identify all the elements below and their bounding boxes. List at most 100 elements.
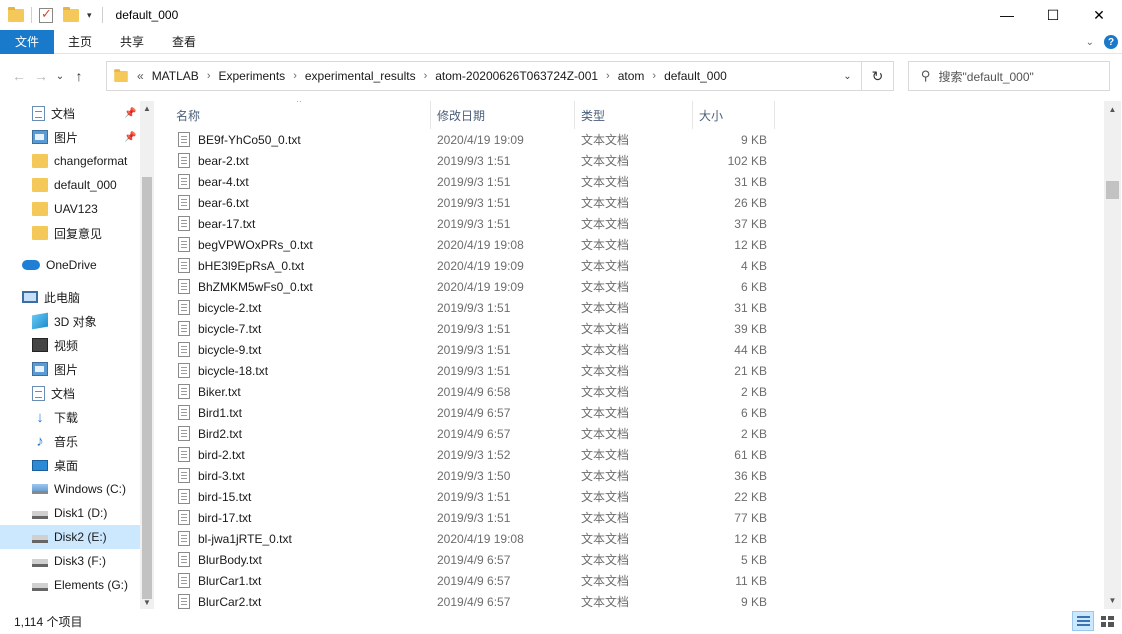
up-button[interactable]: ↑ (68, 61, 90, 91)
chevron-right-icon[interactable]: › (293, 70, 297, 82)
scroll-down-icon[interactable]: ▼ (140, 595, 154, 609)
nav-item-music[interactable]: ♪ 音乐 (0, 429, 140, 453)
file-list-scrollbar[interactable]: ▲ ▼ (1104, 101, 1121, 609)
file-row[interactable]: bear-6.txt 2019/9/3 1:51 文本文档 26 KB (170, 192, 770, 213)
file-row[interactable]: bicycle-2.txt 2019/9/3 1:51 文本文档 31 KB (170, 297, 770, 318)
chevron-right-icon[interactable]: › (207, 70, 211, 82)
address-bar[interactable]: « MATLAB › Experiments › experimental_re… (106, 61, 862, 91)
maximize-button[interactable]: ☐ (1030, 0, 1076, 30)
scrollbar-thumb[interactable] (1106, 181, 1119, 199)
nav-item-label: Disk2 (E:) (54, 530, 107, 544)
file-row[interactable]: bird-3.txt 2019/9/3 1:50 文本文档 36 KB (170, 465, 770, 486)
tab-share[interactable]: 共享 (106, 30, 158, 54)
nav-item-windows-c[interactable]: Windows (C:) (0, 477, 140, 501)
nav-item-elements-g[interactable]: Elements (G:) (0, 573, 140, 597)
address-history-dropdown[interactable]: ⌄ (833, 62, 861, 90)
file-row[interactable]: bl-jwa1jRTE_0.txt 2020/4/19 19:08 文本文档 12 K… (170, 528, 770, 549)
column-header-type[interactable]: 类型 (575, 101, 693, 129)
chevron-right-icon[interactable]: › (652, 70, 656, 82)
file-row[interactable]: Bird1.txt 2019/4/9 6:57 文本文档 6 KB (170, 402, 770, 423)
minimize-button[interactable]: — (984, 0, 1030, 30)
file-row[interactable]: BlurCar2.txt 2019/4/9 6:57 文本文档 9 KB (170, 591, 770, 609)
file-row[interactable]: BlurBody.txt 2019/4/9 6:57 文本文档 5 KB (170, 549, 770, 570)
breadcrumb-item[interactable]: atom-20200626T063724Z-001 (435, 69, 598, 83)
scrollbar-thumb[interactable] (142, 177, 152, 599)
file-row[interactable]: Biker.txt 2019/4/9 6:58 文本文档 2 KB (170, 381, 770, 402)
file-row[interactable]: Bird2.txt 2019/4/9 6:57 文本文档 2 KB (170, 423, 770, 444)
file-row[interactable]: bicycle-18.txt 2019/9/3 1:51 文本文档 21 KB (170, 360, 770, 381)
file-row[interactable]: bicycle-9.txt 2019/9/3 1:51 文本文档 44 KB (170, 339, 770, 360)
column-header-size[interactable]: 大小 (693, 101, 775, 129)
file-row[interactable]: begVPWOxPRs_0.txt 2020/4/19 19:08 文本文档 12 K… (170, 234, 770, 255)
file-row[interactable]: bird-2.txt 2019/9/3 1:52 文本文档 61 KB (170, 444, 770, 465)
file-row[interactable]: bear-17.txt 2019/9/3 1:51 文本文档 37 KB (170, 213, 770, 234)
file-modified-date: 2019/9/3 1:51 (437, 216, 511, 231)
nav-item-changeformat[interactable]: changeformat (0, 149, 140, 173)
customize-toolbar-dropdown-icon[interactable]: ▾ (87, 10, 92, 21)
chevron-right-icon[interactable]: › (606, 70, 610, 82)
file-row[interactable]: BhZMKM5wFs0_0.txt 2020/4/19 19:09 文本文档 6 KB (170, 276, 770, 297)
navpane-scrollbar[interactable]: ▲ ▼ (140, 101, 154, 609)
file-modified-date: 2020/4/19 19:08 (437, 531, 524, 546)
breadcrumb-item[interactable]: atom (618, 69, 645, 83)
file-size: 11 KB (735, 573, 767, 588)
nav-item-videos[interactable]: 视频 (0, 333, 140, 357)
nav-item-this-pc[interactable]: 此电脑 (0, 285, 140, 309)
properties-icon[interactable] (39, 6, 53, 23)
recent-locations-button[interactable]: ⌄ (52, 61, 68, 91)
new-folder-icon[interactable] (63, 6, 79, 22)
text-file-icon (178, 405, 190, 420)
close-button[interactable]: ✕ (1076, 0, 1122, 30)
large-icons-view-button[interactable] (1096, 611, 1118, 631)
nav-item-3d-objects[interactable]: 3D 对象 (0, 309, 140, 333)
nav-item-desktop[interactable]: 桌面 (0, 453, 140, 477)
help-icon[interactable]: ? (1104, 35, 1118, 49)
file-row[interactable]: BE9f-YhCo50_0.txt 2020/4/19 19:09 文本文档 9 KB (170, 129, 770, 150)
forward-button[interactable]: → (30, 61, 52, 91)
nav-item-label: Windows (C:) (54, 482, 127, 496)
tab-file[interactable]: 文件 (0, 29, 54, 54)
file-row[interactable]: bird-17.txt 2019/9/3 1:51 文本文档 77 KB (170, 507, 770, 528)
drive-icon (32, 511, 48, 519)
file-row[interactable]: bHE3l9EpRsA_0.txt 2020/4/19 19:09 文本文档 4 KB (170, 255, 770, 276)
nav-item-reply-comments[interactable]: 回复意见 (0, 221, 140, 245)
refresh-button[interactable]: ↻ (862, 61, 894, 91)
nav-item-pictures-pinned[interactable]: 图片 📌 (0, 125, 140, 149)
nav-item-pictures[interactable]: 图片 (0, 357, 140, 381)
file-modified-date: 2019/4/9 6:57 (437, 552, 511, 567)
nav-item-disk3-f[interactable]: Disk3 (F:) (0, 549, 140, 573)
file-row[interactable]: bicycle-7.txt 2019/9/3 1:51 文本文档 39 KB (170, 318, 770, 339)
nav-item-onedrive[interactable]: OneDrive (0, 253, 140, 277)
scroll-up-icon[interactable]: ▲ (1104, 101, 1121, 118)
navigation-pane: 文档 📌 图片 📌 changeformat default_000 UAV12… (0, 101, 154, 609)
column-header-name[interactable]: 名称 ^ (170, 101, 431, 129)
breadcrumb-overflow[interactable]: « (137, 69, 144, 83)
details-view-button[interactable] (1072, 611, 1094, 631)
nav-item-documents[interactable]: 文档 (0, 381, 140, 405)
nav-item-default-000[interactable]: default_000 (0, 173, 140, 197)
scroll-up-icon[interactable]: ▲ (140, 101, 154, 115)
breadcrumb-item[interactable]: Experiments (218, 69, 285, 83)
chevron-right-icon[interactable]: › (424, 70, 428, 82)
nav-item-disk2-e[interactable]: Disk2 (E:) (0, 525, 140, 549)
expand-ribbon-icon[interactable]: ⌄ (1086, 37, 1094, 48)
tab-home[interactable]: 主页 (54, 30, 106, 54)
file-row[interactable]: bird-15.txt 2019/9/3 1:51 文本文档 22 KB (170, 486, 770, 507)
scroll-down-icon[interactable]: ▼ (1104, 592, 1121, 609)
nav-item-uav123[interactable]: UAV123 (0, 197, 140, 221)
nav-item-downloads[interactable]: ↓ 下载 (0, 405, 140, 429)
file-row[interactable]: BlurCar1.txt 2019/4/9 6:57 文本文档 11 KB (170, 570, 770, 591)
file-row[interactable]: bear-4.txt 2019/9/3 1:51 文本文档 31 KB (170, 171, 770, 192)
column-header-date[interactable]: 修改日期 (431, 101, 575, 129)
breadcrumb-item[interactable]: default_000 (664, 69, 727, 83)
file-name-cell: Bird2.txt (178, 423, 242, 444)
nav-item-documents-pinned[interactable]: 文档 📌 (0, 101, 140, 125)
search-input[interactable]: ⚲ 搜索"default_000" (908, 61, 1110, 91)
file-name: BE9f-YhCo50_0.txt (198, 132, 301, 147)
nav-item-disk1-d[interactable]: Disk1 (D:) (0, 501, 140, 525)
file-row[interactable]: bear-2.txt 2019/9/3 1:51 文本文档 102 KB (170, 150, 770, 171)
back-button[interactable]: ← (8, 61, 30, 91)
breadcrumb-item[interactable]: experimental_results (305, 69, 416, 83)
breadcrumb-item[interactable]: MATLAB (152, 69, 199, 83)
tab-view[interactable]: 查看 (158, 30, 210, 54)
